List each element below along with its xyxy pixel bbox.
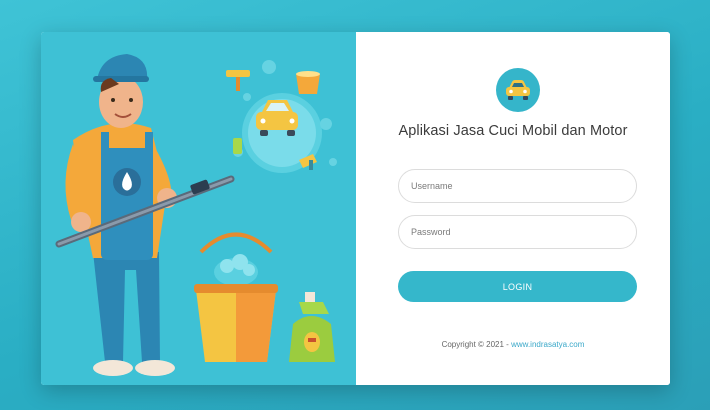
copyright-label: Copyright © 2021 -	[441, 340, 512, 349]
username-input[interactable]	[398, 169, 637, 203]
password-input[interactable]	[398, 215, 637, 249]
bucket-icon	[194, 232, 278, 362]
page-title: Aplikasi Jasa Cuci Mobil dan Motor	[398, 123, 628, 139]
car-wash-illustration	[41, 32, 356, 385]
spray-bottle-icon	[289, 292, 335, 362]
copyright-text: Copyright © 2021 - www.indrasatya.com	[356, 340, 670, 349]
car-icon	[496, 68, 540, 112]
login-panel: Aplikasi Jasa Cuci Mobil dan Motor LOGIN…	[356, 32, 670, 385]
login-card: Aplikasi Jasa Cuci Mobil dan Motor LOGIN…	[41, 32, 670, 385]
car-wash-worker-illustration	[55, 54, 337, 376]
login-button[interactable]: LOGIN	[398, 271, 637, 302]
website-link[interactable]: www.indrasatya.com	[511, 340, 584, 349]
car-wash-badge-icon	[226, 60, 337, 173]
